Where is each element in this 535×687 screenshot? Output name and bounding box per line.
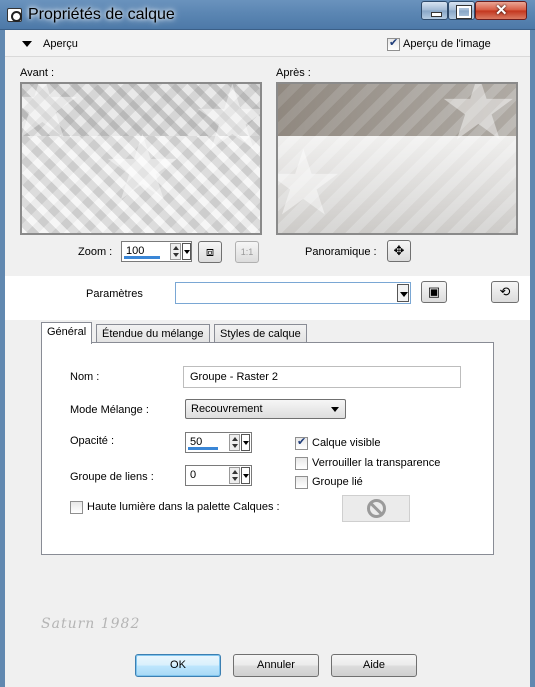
no-color-icon [367,499,386,518]
blend-mode-value: Recouvrement [191,403,263,415]
one-to-one-icon: 1:1 [240,247,254,257]
parameters-bar: Paramètres ▣ ⟲ [5,276,530,320]
tab-label: Styles de calque [220,328,301,340]
blend-mode-label: Mode Mélange : [70,404,149,416]
image-preview-checkbox[interactable] [387,36,400,51]
zoom-dropdown[interactable] [182,243,191,260]
star-pattern: ★ [192,84,260,164]
after-label: Après : [276,67,311,79]
pan-button[interactable]: ✥ [387,240,411,262]
window-title: Propriétés de calque [28,6,175,23]
save-preset-button[interactable]: ▣ [421,281,447,303]
zoom-one-to-one-button[interactable]: 1:1 [235,241,259,263]
pan-label: Panoramique : [305,246,377,258]
highlight-checkbox[interactable] [70,501,83,514]
link-group-label: Groupe de liens : [70,471,154,483]
before-label: Avant : [20,67,55,79]
zoom-spinner[interactable] [170,243,181,260]
visible-checkbox[interactable] [295,435,308,450]
visible-label[interactable]: Calque visible [312,437,380,449]
highlight-color-button[interactable] [342,495,410,522]
reset-icon: ⟲ [499,284,511,299]
parameters-combo[interactable] [175,282,411,304]
lock-transparency-checkbox[interactable] [295,457,308,470]
floppy-icon: ▣ [427,284,441,299]
close-icon: ✕ [495,2,508,19]
move-icon: ✥ [393,243,405,258]
tab-general[interactable]: Général [41,322,93,344]
before-preview[interactable]: ★ ★ ★ [20,82,262,235]
name-label: Nom : [70,371,100,383]
dialog-client: Aperçu Aperçu de l'image Avant : Après :… [5,30,530,687]
general-panel: Nom : Groupe - Raster 2 Mode Mélange : R… [41,342,494,555]
collapse-triangle-icon[interactable] [22,41,32,47]
name-value: Groupe - Raster 2 [190,371,279,383]
ok-button[interactable]: OK [135,654,221,677]
star-pattern: ★ [22,84,83,152]
star-pattern: ★ [438,82,518,159]
tab-layer-styles[interactable]: Styles de calque [214,324,307,344]
title-bar[interactable]: Propriétés de calque ✕ [0,0,535,30]
tab-label: Général [47,326,87,338]
maximize-button[interactable] [448,1,475,20]
link-group-input[interactable]: 0 [185,465,252,486]
camera-icon [7,8,22,22]
preview-header: Aperçu Aperçu de l'image [5,30,530,57]
minimize-button[interactable] [421,1,448,20]
opacity-label: Opacité : [70,435,115,447]
image-preview-label[interactable]: Aperçu de l'image [403,38,491,50]
cancel-button[interactable]: Annuler [233,654,319,677]
watermark-signature: Saturn 1982 [41,616,141,632]
linked-group-checkbox[interactable] [295,476,308,489]
blend-mode-select[interactable]: Recouvrement [185,399,346,419]
after-preview[interactable]: ★ ★ [276,82,518,235]
preview-section-label[interactable]: Aperçu [43,38,78,50]
linked-group-label[interactable]: Groupe lié [312,476,363,488]
link-group-dropdown[interactable] [241,467,250,484]
star-pattern: ★ [102,119,183,219]
star-pattern: ★ [278,139,344,229]
opacity-spinner[interactable] [229,434,240,451]
tab-label: Étendue du mélange [102,328,204,340]
chevron-down-icon [331,407,339,412]
zoom-label: Zoom : [78,246,113,258]
reset-preset-button[interactable]: ⟲ [491,281,519,303]
link-group-spinner[interactable] [229,467,240,484]
link-group-value: 0 [190,469,197,481]
zoom-fit-icon: ⧈ [205,244,215,259]
close-button[interactable]: ✕ [475,1,527,20]
opacity-input[interactable]: 50 [185,432,252,453]
chevron-down-icon[interactable] [397,284,409,302]
window-frame-right [530,30,535,687]
zoom-fit-button[interactable]: ⧈ [198,241,222,263]
highlight-label[interactable]: Haute lumière dans la palette Calques : [87,501,280,513]
parameters-label: Paramètres [86,288,143,300]
zoom-underline [124,256,160,259]
tab-blend-range[interactable]: Étendue du mélange [96,324,210,344]
opacity-level-bar [188,447,218,450]
help-button[interactable]: Aide [331,654,417,677]
name-input[interactable]: Groupe - Raster 2 [183,366,461,388]
lock-transparency-label[interactable]: Verrouiller la transparence [312,457,440,469]
zoom-input[interactable]: 100 [121,241,192,262]
opacity-dropdown[interactable] [241,434,250,451]
